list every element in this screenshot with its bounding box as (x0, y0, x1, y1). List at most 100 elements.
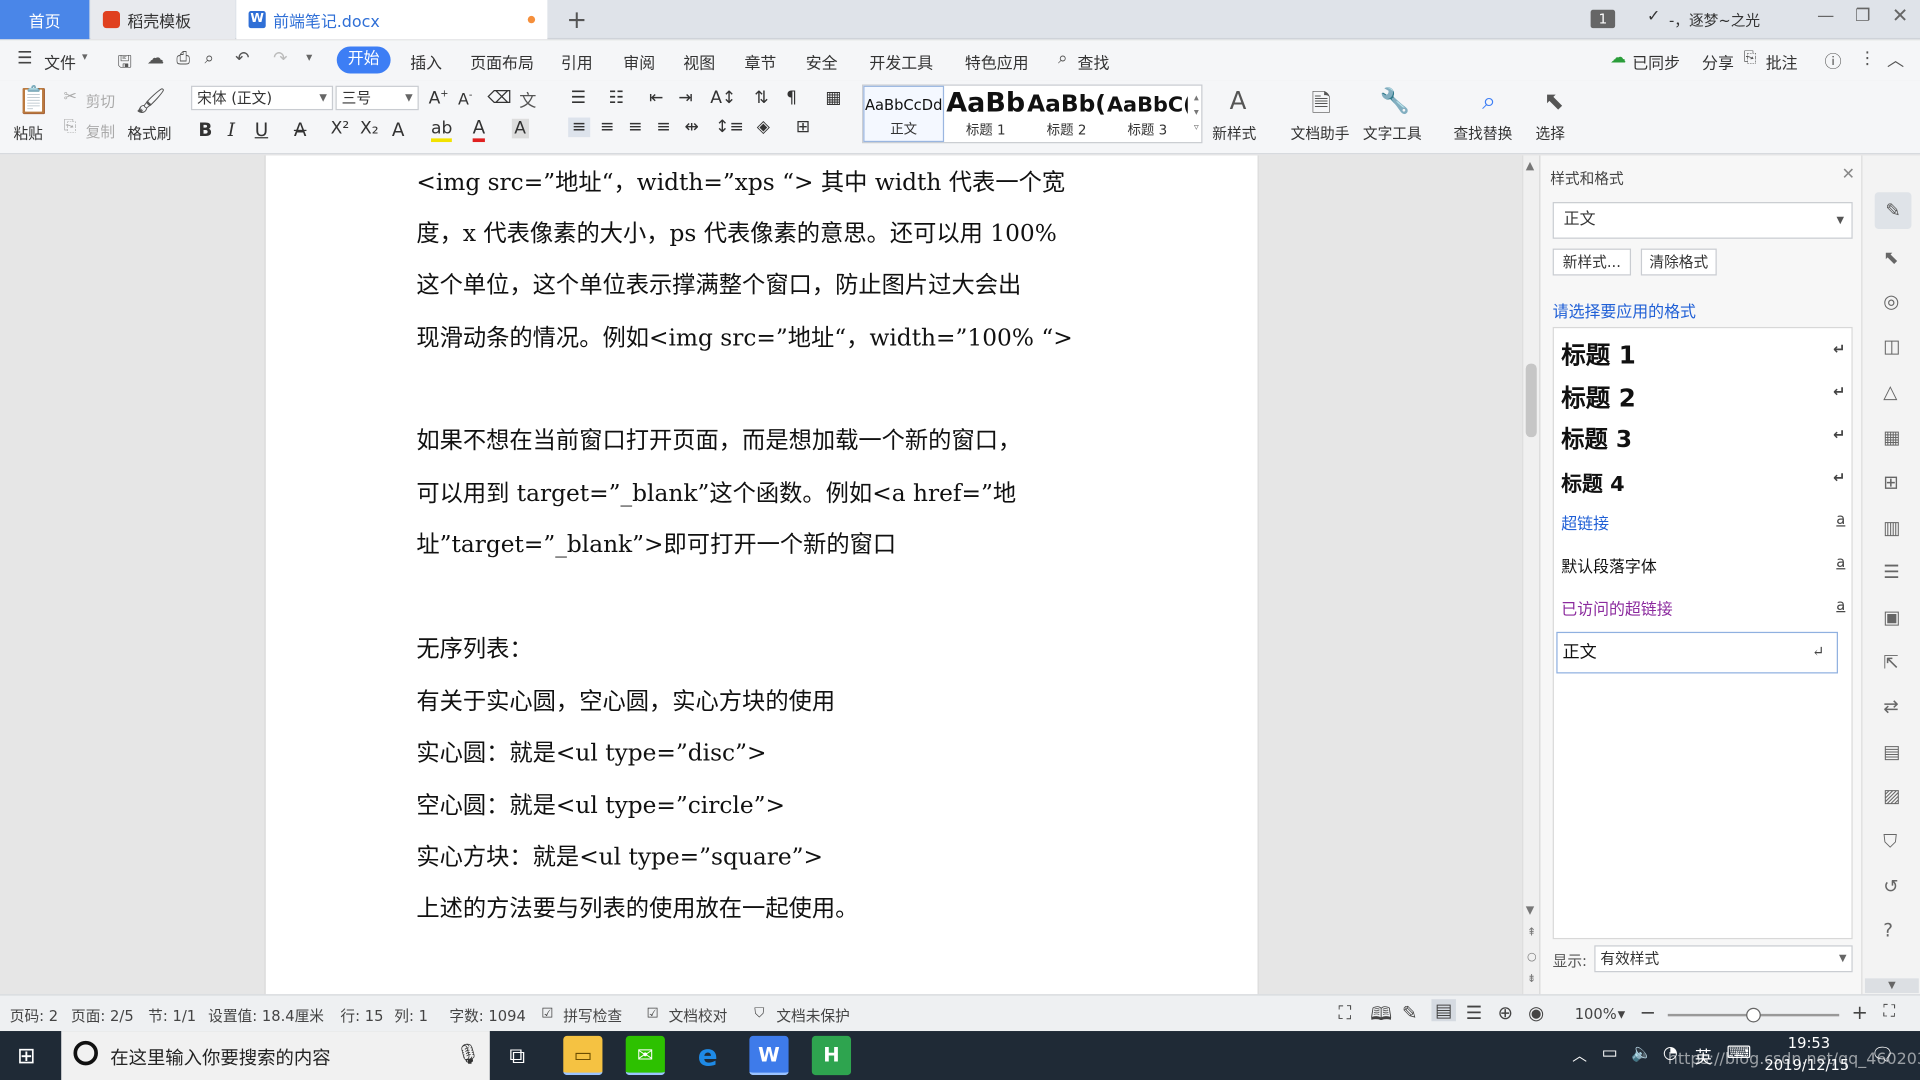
bold-icon[interactable]: B (198, 119, 212, 141)
show-hidden-icons[interactable]: ︿ (1572, 1044, 1587, 1065)
notification-icon[interactable]: 🗨 (1871, 1043, 1894, 1065)
share-button[interactable]: 分享 (1702, 50, 1734, 73)
clock-time[interactable]: 19:53 (1788, 1035, 1830, 1052)
scroll-up-icon[interactable]: ▲ (1526, 160, 1534, 172)
status-pages[interactable]: 页面: 2/5 (71, 1005, 134, 1026)
zoom-slider-thumb[interactable] (1746, 1007, 1761, 1023)
tab-developer[interactable]: 开发工具 (869, 50, 933, 73)
file-menu[interactable]: 文件 (44, 50, 76, 73)
document-scrollbar[interactable]: ▲ ▼ ⇞ ○ ⇟ (1522, 155, 1540, 995)
current-style-select[interactable]: 正文 ▼ (1552, 202, 1853, 239)
tab-template[interactable]: 稻壳模板 (90, 0, 236, 40)
doc-helper-button[interactable]: 文档助手 (1291, 122, 1350, 143)
save-icon[interactable]: 🖫 (118, 49, 133, 78)
share-icon[interactable]: ⇱ (1883, 651, 1898, 673)
hamburger-icon[interactable]: ☰ (17, 49, 32, 69)
zoom-dropdown-icon[interactable]: ▼ (1618, 1009, 1626, 1020)
tab-document[interactable]: W 前端笔记.docx (236, 0, 548, 40)
web-view-icon[interactable]: ⊕ (1498, 1002, 1513, 1024)
user-icon[interactable]: ✓ (1647, 7, 1660, 25)
sort-icon[interactable]: ⇅ (754, 88, 768, 108)
help-icon[interactable]: ⓘ (1825, 49, 1842, 73)
status-col[interactable]: 列: 1 (394, 1005, 428, 1026)
tab-security[interactable]: 安全 (806, 50, 838, 73)
align-left-icon[interactable]: ≡ (568, 117, 590, 138)
style-heading-3[interactable]: AaBbC( 标题 3 (1107, 86, 1188, 142)
decrease-indent-icon[interactable]: ⇤ (649, 88, 663, 108)
distributed-icon[interactable]: ⇹ (684, 118, 698, 138)
wps-writer-icon[interactable]: W (749, 1035, 789, 1076)
quick-access-dropdown-icon[interactable]: ▾ (306, 51, 312, 64)
paragraph-icon[interactable]: ¶ (786, 88, 797, 108)
battery-icon[interactable]: ▭ (1602, 1043, 1618, 1063)
user-name[interactable]: -，逐梦~之光 (1669, 10, 1760, 31)
paste-icon[interactable]: 📋 (17, 86, 51, 117)
volume-icon[interactable]: 🔈 (1631, 1043, 1652, 1063)
line-spacing-icon[interactable]: ↕≡ (715, 118, 744, 138)
chart-icon[interactable]: ▥ (1883, 517, 1900, 539)
style-item-heading-4[interactable]: 标题 4 ↵ (1561, 467, 1857, 501)
clear-format-button[interactable]: 清除格式 (1640, 248, 1717, 276)
style-heading-1[interactable]: AaBb 标题 1 (945, 86, 1026, 142)
format-painter-button[interactable]: 格式刷 (127, 122, 171, 143)
eye-protect-icon[interactable]: ◉ (1528, 1002, 1544, 1024)
document-page[interactable]: <img src=”地址“，width=”xps “> 其中 width 代表一… (264, 155, 1259, 995)
more-icon[interactable]: ⋮ (1859, 49, 1876, 69)
zoom-slider[interactable] (1667, 1007, 1840, 1023)
edge-browser-icon[interactable]: e (688, 1036, 727, 1075)
print-preview-icon[interactable]: ⌕ (204, 49, 214, 69)
windows-start-icon[interactable]: ⊞ (17, 1043, 35, 1069)
status-word-count[interactable]: 字数: 1094 (449, 1005, 525, 1026)
fullscreen-icon[interactable]: ⛶ (1338, 1002, 1351, 1024)
comment-button[interactable]: 批注 (1766, 50, 1798, 73)
align-right-icon[interactable]: ≡ (628, 118, 642, 138)
style-item-default-font[interactable]: 默认段落字体 a (1561, 553, 1857, 582)
close-panel-icon[interactable]: ✕ (1842, 165, 1855, 183)
bullets-icon[interactable]: ☰ (571, 88, 586, 108)
warning-icon[interactable]: △ (1883, 381, 1897, 403)
style-item-heading-2[interactable]: 标题 2 ↵ (1561, 378, 1857, 417)
search-button[interactable]: 查找 (1078, 50, 1110, 73)
prev-page-icon[interactable]: ⇞ (1527, 927, 1536, 939)
text-direction-icon[interactable]: A↕ (710, 88, 736, 108)
style-item-normal[interactable]: 正文 ↵ (1556, 631, 1838, 674)
shield-icon[interactable]: ⛉ (1883, 830, 1897, 852)
scroll-down-icon[interactable]: ▼ (1526, 905, 1534, 917)
text-tools-button[interactable]: 文字工具 (1363, 122, 1422, 143)
font-size-select[interactable]: 三号 ▼ (335, 85, 419, 111)
write-mode-icon[interactable]: ✎ (1402, 1002, 1417, 1024)
style-item-hyperlink[interactable]: 超链接 a (1561, 511, 1857, 540)
location-icon[interactable]: ◎ (1883, 290, 1899, 312)
find-replace-button[interactable]: 查找替换 (1453, 122, 1512, 143)
clear-format-icon[interactable]: ⌫ (487, 88, 511, 108)
tab-review[interactable]: 审阅 (623, 50, 655, 73)
panel-title[interactable]: 样式和格式 (1550, 168, 1623, 189)
page-view-icon[interactable]: ▤ (1431, 999, 1457, 1022)
shapes-icon[interactable]: ◫ (1883, 336, 1900, 358)
tab-start[interactable]: 开始 (336, 46, 391, 74)
cut-button[interactable]: 剪切 (86, 91, 115, 112)
new-style-panel-button[interactable]: 新样式... (1552, 248, 1632, 276)
style-item-visited-link[interactable]: 已访问的超链接 a (1561, 596, 1857, 625)
spell-check-button[interactable]: 拼写检查 (563, 1005, 622, 1026)
align-center-icon[interactable]: ≡ (600, 118, 614, 138)
paste-button[interactable]: 粘贴 (13, 122, 42, 143)
window-count-badge[interactable]: 1 (1590, 9, 1616, 29)
restore-button[interactable]: ❐ (1855, 6, 1870, 26)
outline-view-icon[interactable]: ☰ (1466, 1002, 1482, 1024)
cloud-icon[interactable]: ☁ (147, 49, 164, 69)
tab-page-layout[interactable]: 页面布局 (470, 50, 534, 73)
history-icon[interactable]: ↺ (1883, 876, 1898, 898)
status-section[interactable]: 节: 1/1 (148, 1005, 196, 1026)
translate-icon[interactable]: ⇄ (1883, 696, 1898, 718)
show-filter-select[interactable]: 有效样式 ▼ (1594, 945, 1853, 973)
table-border-icon[interactable]: ▦ (825, 88, 841, 108)
new-style-button[interactable]: 新样式 (1212, 122, 1256, 143)
help-sidebar-icon[interactable]: ? (1883, 920, 1893, 942)
fit-window-icon[interactable]: ⛶ (1883, 1002, 1895, 1022)
reading-mode-icon[interactable]: 🕮 (1370, 1002, 1392, 1033)
tab-special[interactable]: 特色应用 (965, 50, 1029, 73)
microphone-icon[interactable]: 🎙 (456, 1042, 481, 1065)
file-explorer-icon[interactable]: ▭ (563, 1035, 603, 1076)
next-page-icon[interactable]: ⇟ (1527, 973, 1536, 985)
